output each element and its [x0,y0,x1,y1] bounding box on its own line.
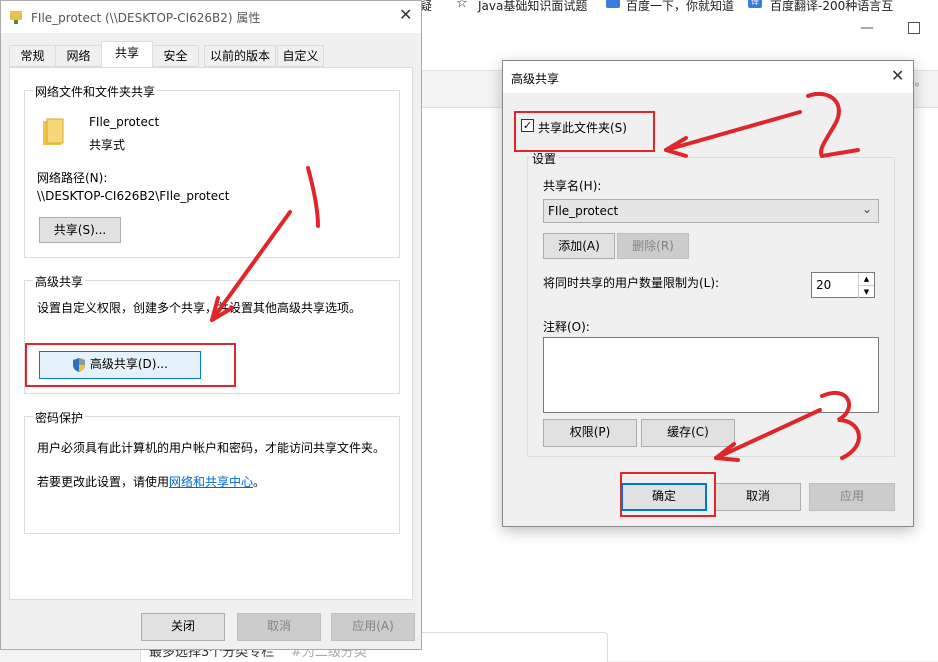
advanced-share-description: 设置自定义权限，创建多个共享，并设置其他高级共享选项。 [37,301,362,315]
dialog-apply-button[interactable]: 应用 [809,483,895,511]
close-button[interactable]: 关闭 [141,613,225,641]
highlight-box-share-checkbox [514,111,655,152]
chevron-down-icon: ⌄ [861,202,872,216]
remove-button[interactable]: 删除(R) [617,233,689,259]
background-toolbar [420,70,510,108]
folder-share-icon [10,11,22,24]
minimize-icon[interactable]: — [860,20,874,36]
comment-label: 注释(O): [543,320,590,334]
caching-button[interactable]: 缓存(C) [641,419,735,447]
net-share-title: 网络文件和文件夹共享 [33,83,158,100]
network-path-value: \\DESKTOP-CI626B2\FIle_protect [37,189,230,203]
tab-sharing[interactable]: 共享 [101,41,153,67]
comment-textarea[interactable] [543,337,879,413]
properties-window: FIle_protect (\\DESKTOP-CI626B2) 属性 ✕ 常规… [0,0,422,650]
title-bar: FIle_protect (\\DESKTOP-CI626B2) 属性 ✕ [1,1,421,33]
folder-icon [43,118,64,145]
network-sharing-center-link[interactable]: 网络和共享中心 [169,475,253,489]
network-path-label: 网络路径(N): [37,171,108,185]
background-toolbar-right: ° [912,70,938,108]
spin-up-icon[interactable]: ▲ [858,273,874,285]
password-protection-title: 密码保护 [33,409,86,426]
user-limit-spinner[interactable]: 20 ▲ ▼ [811,272,875,298]
share-button[interactable]: 共享(S)... [39,217,121,243]
share-name-label: 共享名(H): [543,179,602,193]
translate-icon: 译 [748,0,762,8]
tab-previous-versions[interactable]: 以前的版本 [204,45,276,67]
add-button[interactable]: 添加(A) [543,233,615,259]
spin-down-icon[interactable]: ▼ [858,285,874,298]
cancel-button[interactable]: 取消 [237,613,321,641]
dialog-cancel-button[interactable]: 取消 [715,483,801,511]
dialog-title-bar: 高级共享 ✕ [503,61,913,93]
net-share-group: 网络文件和文件夹共享 FIle_protect 共享式 网络路径(N): \\D… [24,83,400,258]
tab-security[interactable]: 安全 [152,45,199,67]
share-name-value: FIle_protect [548,204,619,218]
tab-general[interactable]: 常规 [9,45,56,67]
dialog-title: 高级共享 [511,72,560,86]
bookmark-2[interactable]: Java基础知识面试题 [478,0,587,14]
baidu-icon [606,0,620,8]
settings-title: 设置 [530,150,559,167]
advanced-share-title: 高级共享 [33,273,86,290]
user-limit-label: 将同时共享的用户数量限制为(L): [543,276,720,290]
dialog-close-icon[interactable]: ✕ [891,66,904,85]
close-icon[interactable]: ✕ [399,5,412,24]
tab-customize[interactable]: 自定义 [277,45,324,67]
password-change-line: 若要更改此设置，请使用网络和共享中心。 [37,473,265,490]
highlight-box-advanced-share [25,343,236,387]
apply-button[interactable]: 应用(A) [331,613,415,641]
bookmark-4[interactable]: 百度翻译-200种语言互 [770,0,893,14]
share-name-select[interactable]: FIle_protect ⌄ [543,199,879,223]
tab-network[interactable]: 网络 [55,45,102,67]
change-text-suffix: 。 [253,475,266,489]
permissions-button[interactable]: 权限(P) [543,419,637,447]
folder-name: FIle_protect [89,115,160,129]
bookmark-3[interactable]: 百度一下，你就知道 [626,0,734,14]
window-title: FIle_protect (\\DESKTOP-CI626B2) 属性 [31,11,261,25]
bookmark-bar: 疑 ☆ Java基础知识面试题 百度一下，你就知道 译 百度翻译-200种语言互 [420,0,938,14]
highlight-box-ok [620,472,716,517]
tab-page-sharing: 网络文件和文件夹共享 FIle_protect 共享式 网络路径(N): \\D… [9,67,413,600]
change-text-prefix: 若要更改此设置，请使用 [37,475,170,489]
folder-status: 共享式 [89,138,126,152]
star-icon: ☆ [456,0,468,11]
maximize-icon[interactable] [908,22,920,34]
toolbar-hint: ° [914,81,920,95]
password-description: 用户必须具有此计算机的用户帐户和密码，才能访问共享文件夹。 [37,441,386,455]
password-protection-group: 密码保护 用户必须具有此计算机的用户帐户和密码，才能访问共享文件夹。 若要更改此… [24,409,400,534]
user-limit-value: 20 [816,278,832,292]
